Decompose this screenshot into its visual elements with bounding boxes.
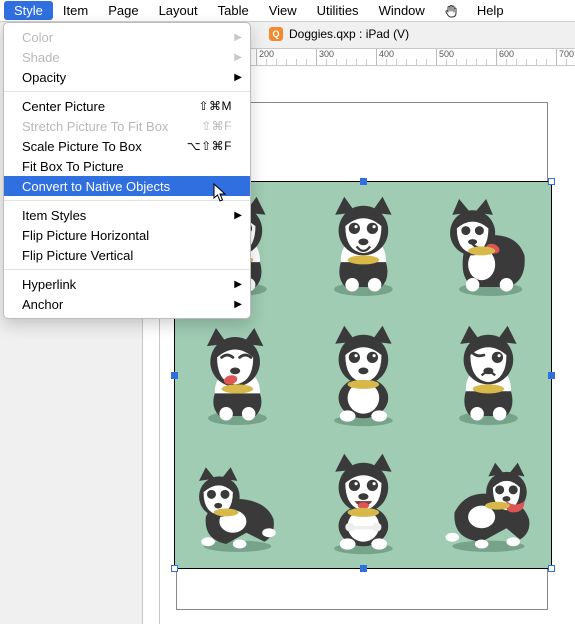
menu-hyperlink[interactable]: Hyperlink▶ (4, 274, 250, 294)
submenu-arrow-icon: ▶ (234, 32, 242, 43)
selection-handle-tr[interactable] (548, 178, 555, 185)
menu-item[interactable]: Item (53, 1, 98, 20)
menu-scale-picture[interactable]: Scale Picture To Box⌥⇧⌘F (4, 136, 250, 156)
shortcut-label: ⇧⌘F (201, 119, 232, 133)
selection-handle-mr[interactable] (548, 372, 555, 379)
shortcut-label: ⇧⌘M (198, 99, 232, 113)
menu-convert-native[interactable]: Convert to Native Objects (4, 176, 250, 196)
dog-8 (300, 439, 425, 568)
hand-icon[interactable] (443, 3, 459, 19)
selection-handle-tm[interactable] (360, 178, 367, 185)
dog-2 (300, 182, 425, 311)
selection-handle-br[interactable] (548, 565, 555, 572)
dog-9 (426, 439, 551, 568)
menu-help[interactable]: Help (467, 1, 514, 20)
menu-view[interactable]: View (259, 1, 307, 20)
menu-color: Color▶ (4, 27, 250, 47)
menu-separator (4, 200, 250, 201)
menu-shade: Shade▶ (4, 47, 250, 67)
document-title: Doggies.qxp : iPad (V) (289, 27, 409, 41)
menubar: Style Item Page Layout Table View Utilit… (0, 0, 575, 22)
dog-7 (175, 439, 300, 568)
menu-opacity[interactable]: Opacity▶ (4, 67, 250, 87)
menu-page[interactable]: Page (98, 1, 148, 20)
document-icon: Q (269, 27, 283, 41)
menu-utilities[interactable]: Utilities (307, 1, 369, 20)
dog-3 (426, 182, 551, 311)
menu-fit-box[interactable]: Fit Box To Picture (4, 156, 250, 176)
selection-handle-bm[interactable] (360, 565, 367, 572)
menu-window[interactable]: Window (369, 1, 435, 20)
menu-flip-horizontal[interactable]: Flip Picture Horizontal (4, 225, 250, 245)
dog-6 (426, 311, 551, 440)
menu-item-styles[interactable]: Item Styles▶ (4, 205, 250, 225)
document-tab[interactable]: Q Doggies.qxp : iPad (V) (269, 27, 409, 41)
menu-separator (4, 91, 250, 92)
menu-separator (4, 269, 250, 270)
submenu-arrow-icon: ▶ (234, 72, 242, 83)
submenu-arrow-icon: ▶ (234, 279, 242, 290)
shortcut-label: ⌥⇧⌘F (187, 139, 232, 153)
menu-center-picture[interactable]: Center Picture⇧⌘M (4, 96, 250, 116)
submenu-arrow-icon: ▶ (234, 210, 242, 221)
dog-4 (175, 311, 300, 440)
style-dropdown: Color▶ Shade▶ Opacity▶ Center Picture⇧⌘M… (3, 22, 251, 319)
menu-anchor[interactable]: Anchor▶ (4, 294, 250, 314)
selection-handle-bl[interactable] (171, 565, 178, 572)
dog-5 (300, 311, 425, 440)
menu-table[interactable]: Table (208, 1, 259, 20)
selection-handle-ml[interactable] (171, 372, 178, 379)
menu-stretch-picture: Stretch Picture To Fit Box⇧⌘F (4, 116, 250, 136)
submenu-arrow-icon: ▶ (234, 299, 242, 310)
menu-layout[interactable]: Layout (149, 1, 208, 20)
submenu-arrow-icon: ▶ (234, 52, 242, 63)
menu-flip-vertical[interactable]: Flip Picture Vertical (4, 245, 250, 265)
menu-style[interactable]: Style (4, 1, 53, 20)
